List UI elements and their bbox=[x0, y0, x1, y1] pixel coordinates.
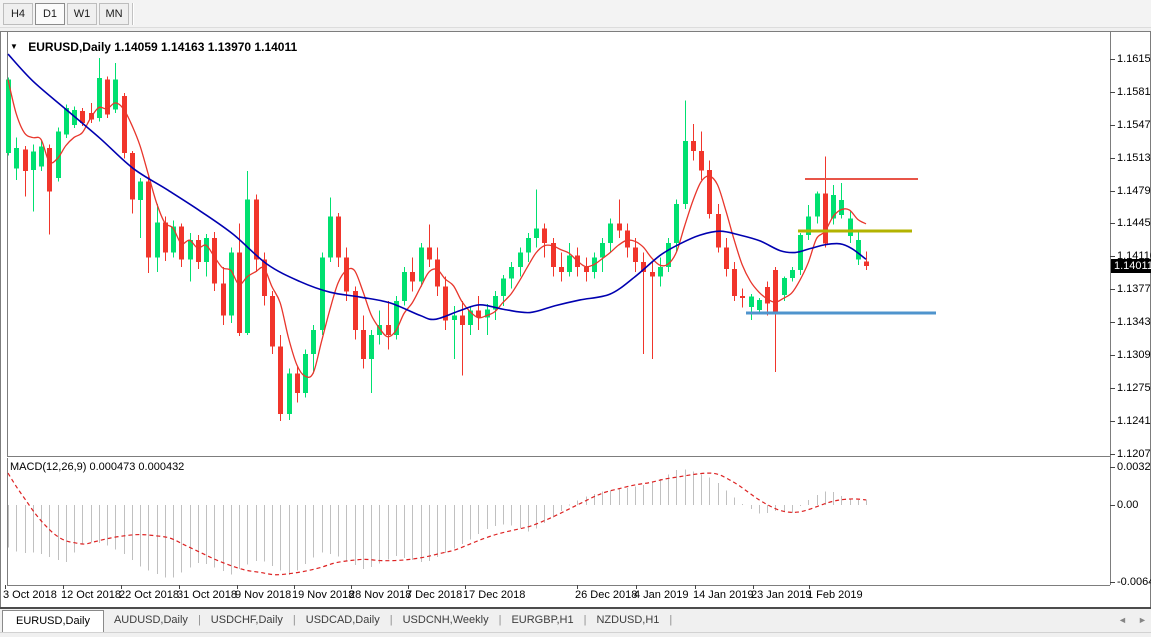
price-axis-tick bbox=[1110, 421, 1115, 422]
price-axis-tick bbox=[1110, 223, 1115, 224]
price-axis-tick bbox=[1110, 322, 1115, 323]
price-axis-tick bbox=[1110, 191, 1115, 192]
price-axis-label: 1.16150 bbox=[1117, 53, 1151, 65]
price-axis-label: 1.15130 bbox=[1117, 152, 1151, 164]
macd-name: MACD(12,26,9) bbox=[10, 461, 86, 473]
tab-scroll-right-icon[interactable]: ► bbox=[1138, 615, 1147, 625]
price-axis-label: 1.12410 bbox=[1117, 415, 1151, 427]
price-axis-label: 1.13090 bbox=[1117, 349, 1151, 361]
hline-resistance-red[interactable] bbox=[805, 178, 918, 180]
price-axis-tick bbox=[1110, 355, 1115, 356]
time-axis-label: 17 Dec 2018 bbox=[463, 589, 525, 601]
hline-resistance-yellow[interactable] bbox=[798, 230, 912, 233]
macd-axis-label: 0.003216 bbox=[1117, 461, 1151, 473]
macd-histogram bbox=[8, 469, 867, 577]
price-axis-tick bbox=[1110, 59, 1115, 60]
chart-tab-bar: EURUSD,DailyAUDUSD,Daily|USDCHF,Daily|US… bbox=[0, 609, 1151, 633]
macd-axis-label: 0.00 bbox=[1117, 499, 1138, 511]
price-axis-tick bbox=[1110, 256, 1115, 257]
time-axis-label: 23 Jan 2019 bbox=[751, 589, 812, 601]
price-axis-tick bbox=[1110, 289, 1115, 290]
chart-tab-usdcnh-weekly[interactable]: USDCNH,Weekly bbox=[393, 610, 499, 632]
price-axis-label: 1.14450 bbox=[1117, 217, 1151, 229]
chart-tab-audusd-daily[interactable]: AUDUSD,Daily bbox=[104, 610, 198, 632]
chart-tab-usdchf-daily[interactable]: USDCHF,Daily bbox=[201, 610, 293, 632]
time-axis-label: 3 Oct 2018 bbox=[3, 589, 57, 601]
chart-title: ▼ EURUSD,Daily 1.14059 1.14163 1.13970 1… bbox=[10, 40, 297, 54]
tab-scroll-left-icon[interactable]: ◄ bbox=[1118, 615, 1127, 625]
time-axis-label: 14 Jan 2019 bbox=[693, 589, 754, 601]
time-axis-label: 9 Nov 2018 bbox=[235, 589, 291, 601]
chart-ohlc-values: 1.14059 1.14163 1.13970 1.14011 bbox=[114, 40, 297, 54]
chart-tab-eurusd-daily[interactable]: EURUSD,Daily bbox=[2, 610, 104, 632]
time-axis-label: 4 Jan 2019 bbox=[634, 589, 688, 601]
chart-symbol-label: EURUSD,Daily bbox=[28, 40, 111, 54]
macd-axis-tick bbox=[1110, 582, 1115, 583]
price-axis-label: 1.14790 bbox=[1117, 185, 1151, 197]
price-axis-label: 1.12070 bbox=[1117, 448, 1151, 460]
macd-axis-tick bbox=[1110, 505, 1115, 506]
tab-separator: | bbox=[669, 610, 672, 632]
macd-indicator-label: MACD(12,26,9) 0.000473 0.000432 bbox=[10, 461, 184, 473]
symbol-dropdown-icon[interactable]: ▼ bbox=[10, 42, 18, 51]
macd-axis-label: -0.006485 bbox=[1117, 576, 1151, 588]
price-chart-canvas[interactable] bbox=[0, 0, 1151, 637]
price-axis-tick bbox=[1110, 388, 1115, 389]
price-axis-label: 1.13770 bbox=[1117, 283, 1151, 295]
time-axis-label: 19 Nov 2018 bbox=[292, 589, 354, 601]
ma-fast-line bbox=[8, 80, 866, 378]
chart-tab-usdcad-daily[interactable]: USDCAD,Daily bbox=[296, 610, 390, 632]
price-axis-tick bbox=[1110, 92, 1115, 93]
time-axis-label: 1 Feb 2019 bbox=[807, 589, 863, 601]
price-axis-tick bbox=[1110, 454, 1115, 455]
macd-current-values: 0.000473 0.000432 bbox=[89, 461, 184, 473]
current-price-badge: 1.14011 bbox=[1111, 259, 1151, 273]
hline-support-blue[interactable] bbox=[746, 312, 936, 315]
time-axis-label: 31 Oct 2018 bbox=[177, 589, 237, 601]
chart-tab-eurgbp-h1[interactable]: EURGBP,H1 bbox=[501, 610, 583, 632]
price-axis-tick bbox=[1110, 158, 1115, 159]
price-axis-label: 1.15810 bbox=[1117, 86, 1151, 98]
time-axis-label: 12 Oct 2018 bbox=[61, 589, 121, 601]
mt4-application: H4D1W1MN ▼ EURUSD,Daily 1.14059 1.14163 … bbox=[0, 0, 1151, 637]
time-axis-label: 26 Dec 2018 bbox=[575, 589, 637, 601]
chart-tab-nzdusd-h1[interactable]: NZDUSD,H1 bbox=[586, 610, 669, 632]
macd-axis-tick bbox=[1110, 467, 1115, 468]
price-axis-label: 1.15470 bbox=[1117, 119, 1151, 131]
time-axis-label: 22 Oct 2018 bbox=[119, 589, 179, 601]
price-axis-label: 1.12750 bbox=[1117, 382, 1151, 394]
price-axis-label: 1.13430 bbox=[1117, 316, 1151, 328]
time-axis-label: 28 Nov 2018 bbox=[349, 589, 411, 601]
time-axis-label: 7 Dec 2018 bbox=[406, 589, 462, 601]
price-axis-tick bbox=[1110, 125, 1115, 126]
candlesticks bbox=[6, 58, 869, 421]
